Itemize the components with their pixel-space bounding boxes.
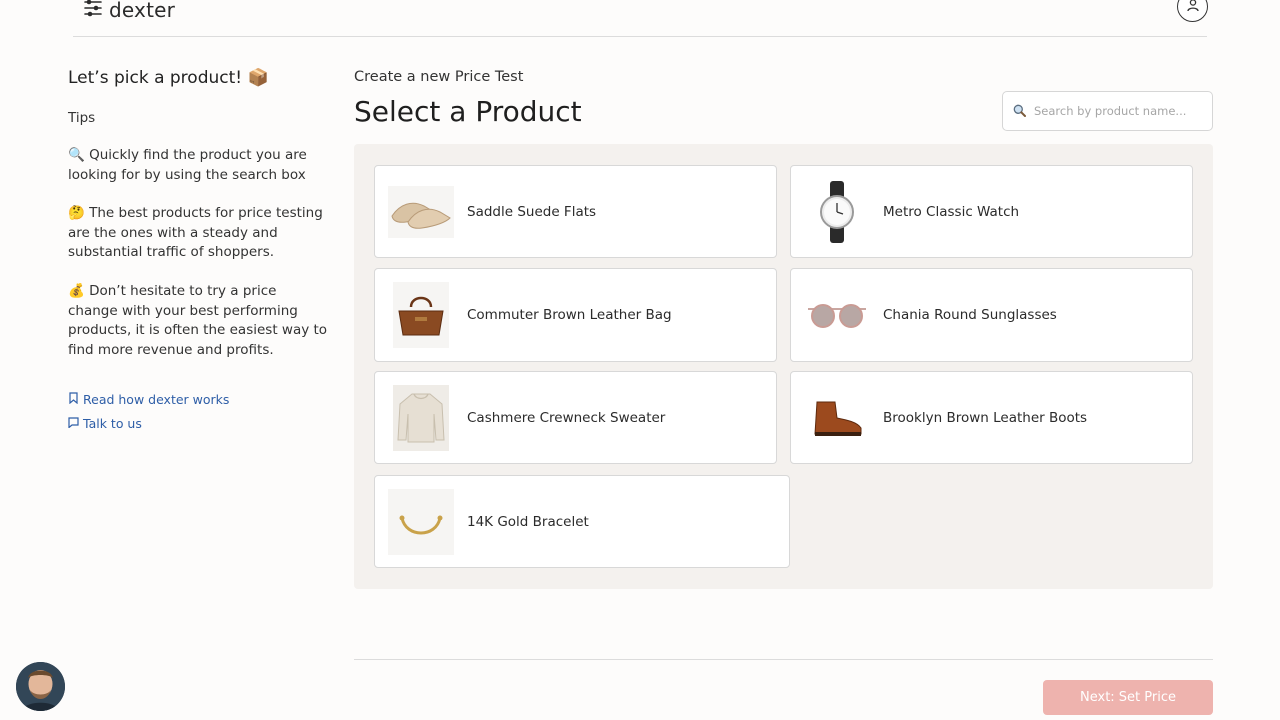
bag-icon xyxy=(393,282,449,348)
chat-bubble-icon xyxy=(68,414,79,434)
page-kicker: Create a new Price Test xyxy=(354,69,524,85)
product-card-chania-round-sunglasses[interactable]: Chania Round Sunglasses xyxy=(790,268,1193,362)
product-card-metro-classic-watch[interactable]: Metro Classic Watch xyxy=(790,165,1193,258)
logo[interactable]: dexter xyxy=(84,0,175,22)
talk-to-us-label: Talk to us xyxy=(83,416,142,432)
footer-divider xyxy=(354,659,1213,660)
product-card-14k-gold-bracelet[interactable]: 14K Gold Bracelet xyxy=(374,475,790,568)
sweater-icon xyxy=(393,385,449,451)
tip-best-products: 💰 Don’t hesitate to try a price change w… xyxy=(68,282,328,358)
next-set-price-button[interactable]: Next: Set Price xyxy=(1043,680,1213,715)
product-card-brooklyn-brown-leather-boots[interactable]: Brooklyn Brown Leather Boots xyxy=(790,371,1193,464)
tip-search: 🔍 Quickly find the product you are looki… xyxy=(68,147,307,183)
watch-icon xyxy=(804,181,870,243)
user-icon xyxy=(1186,0,1200,16)
read-how-label: Read how dexter works xyxy=(83,392,230,408)
product-name: Chania Round Sunglasses xyxy=(883,307,1057,323)
tip-traffic: 🤔 The best products for price testing ar… xyxy=(68,205,323,261)
product-name: 14K Gold Bracelet xyxy=(467,513,589,530)
product-card-saddle-suede-flats[interactable]: Saddle Suede Flats xyxy=(374,165,777,258)
support-avatar[interactable] xyxy=(16,662,65,711)
boot-icon xyxy=(804,392,870,444)
tips-heading: Tips xyxy=(68,110,96,126)
logo-text: dexter xyxy=(109,0,176,22)
top-bar: dexter xyxy=(73,0,1208,37)
product-name: Cashmere Crewneck Sweater xyxy=(467,409,666,426)
product-grid: Saddle Suede Flats Metro Classic Watch C… xyxy=(354,144,1213,589)
search-input[interactable] xyxy=(1034,104,1194,118)
search-icon xyxy=(1013,102,1026,121)
search-box[interactable] xyxy=(1002,91,1213,131)
product-card-cashmere-crewneck-sweater[interactable]: Cashmere Crewneck Sweater xyxy=(374,371,777,464)
shoe-flats-icon xyxy=(388,186,454,238)
sliders-icon xyxy=(84,0,102,21)
read-how-link[interactable]: Read how dexter works xyxy=(68,388,330,412)
product-name: Metro Classic Watch xyxy=(883,203,1020,220)
bracelet-icon xyxy=(388,489,454,555)
main-content: Create a new Price Test Select a Product… xyxy=(354,66,1213,589)
bookmark-icon xyxy=(68,390,79,410)
product-name: Brooklyn Brown Leather Boots xyxy=(883,409,1088,426)
product-name: Commuter Brown Leather Bag xyxy=(467,307,672,323)
account-button[interactable] xyxy=(1177,0,1208,22)
talk-to-us-link[interactable]: Talk to us xyxy=(68,412,330,436)
tips-sidebar: Let’s pick a product! 📦 Tips 🔍 Quickly f… xyxy=(68,66,330,436)
product-name: Saddle Suede Flats xyxy=(467,203,597,220)
sunglasses-icon xyxy=(804,289,870,341)
sidebar-title: Let’s pick a product! 📦 xyxy=(68,68,269,88)
product-card-commuter-brown-leather-bag[interactable]: Commuter Brown Leather Bag xyxy=(374,268,777,362)
